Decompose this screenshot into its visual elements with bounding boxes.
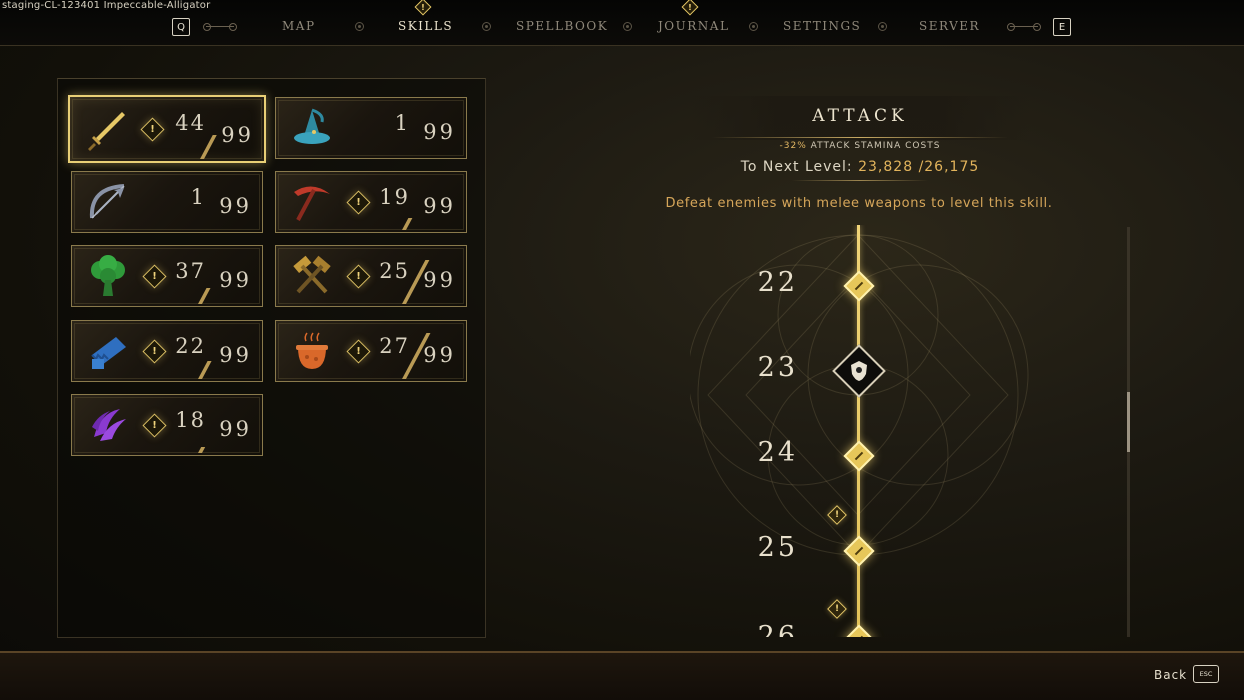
skill-title: ATTACK: [812, 106, 908, 126]
skill-current-level: 1: [190, 185, 206, 209]
pickaxe-icon: [290, 180, 334, 224]
level-divider: [198, 361, 212, 379]
build-version-tag: staging-CL-123401 Impeccable-Alligator: [2, 0, 211, 11]
nav-separator-dot: [878, 22, 887, 31]
tree-level-label: 22: [757, 267, 798, 298]
level-divider: [198, 447, 206, 453]
level-divider: [198, 288, 211, 304]
skill-max-level: 99: [221, 123, 254, 147]
tree-level-label: 25: [757, 532, 798, 563]
claw-icon: [86, 403, 130, 447]
skill-max-level: 99: [219, 417, 252, 441]
skill-card-ranged[interactable]: 1 99: [71, 171, 263, 233]
skill-level-tree[interactable]: 22 23 24 ! 25 ! 26: [690, 225, 1030, 637]
tree-icon: [86, 254, 130, 298]
skill-max-level: 99: [423, 120, 456, 144]
skill-card-woodcutting[interactable]: ! 37 99: [71, 245, 263, 307]
skill-current-level: 19: [379, 185, 410, 209]
skill-card-cooking[interactable]: ! 27 99: [275, 320, 467, 382]
skill-current-level: 1: [394, 111, 410, 135]
bonus-value: -32%: [779, 141, 807, 151]
skill-card-magic[interactable]: 1 99: [275, 97, 467, 159]
bottom-bar: [0, 651, 1244, 700]
level-divider: [402, 218, 413, 230]
tab-map[interactable]: MAP: [282, 19, 314, 33]
next-level-total: /26,175: [918, 159, 980, 175]
skill-current-level: 44: [175, 111, 206, 135]
skill-card-nature[interactable]: ! 18 99: [71, 394, 263, 456]
tab-journal[interactable]: JOURNAL: [658, 19, 728, 33]
hammer-icon: [290, 254, 334, 298]
nav-separator-dot: [623, 22, 632, 31]
skill-bonus: -32% ATTACK STAMINA COSTS: [690, 141, 1030, 151]
level-divider: [200, 135, 217, 159]
cauldron-icon: [290, 329, 334, 373]
back-button-label[interactable]: Back: [1154, 668, 1187, 682]
scrollbar-thumb[interactable]: [1127, 392, 1130, 452]
tree-level-label: 23: [757, 352, 798, 383]
next-level-label: To Next Level:: [740, 159, 853, 175]
bow-icon: [86, 180, 130, 224]
skill-max-level: 99: [423, 194, 456, 218]
skill-card-attack[interactable]: ! 44 99: [68, 95, 266, 163]
skill-current-level: 18: [175, 408, 206, 432]
tab-server[interactable]: SERVER: [919, 19, 979, 33]
skill-max-level: 99: [423, 268, 456, 292]
skill-alert-icon: !: [346, 190, 371, 215]
skill-max-level: 99: [219, 194, 252, 218]
skill-card-smithing[interactable]: ! 25 99: [275, 245, 467, 307]
skill-alert-icon: !: [140, 117, 165, 142]
nav-separator-dot: [355, 22, 364, 31]
saw-icon: [86, 329, 130, 373]
skill-card-crafting[interactable]: ! 22 99: [71, 320, 263, 382]
skill-max-level: 99: [219, 343, 252, 367]
skill-card-mining[interactable]: ! 19 99: [275, 171, 467, 233]
tab-settings[interactable]: SETTINGS: [783, 19, 860, 33]
next-level-current: 23,828: [858, 159, 914, 175]
progress-divider: [792, 180, 928, 181]
esc-key-hint[interactable]: ESC: [1193, 665, 1219, 683]
sword-icon: [84, 108, 128, 152]
skill-current-level: 37: [175, 259, 206, 283]
skill-max-level: 99: [219, 268, 252, 292]
skill-current-level: 27: [379, 334, 410, 358]
skill-max-level: 99: [423, 343, 456, 367]
nav-prev-key-hint[interactable]: Q: [172, 18, 190, 36]
skill-current-level: 22: [175, 334, 206, 358]
nav-next-key-hint[interactable]: E: [1053, 18, 1071, 36]
tree-level-label: 24: [757, 437, 798, 468]
skills-panel: ! 44 99 1 99 1 99 ! 19 99 ! 37 99 ! 25 9…: [57, 78, 486, 638]
nav-left-ornament: [203, 23, 237, 31]
skill-alert-icon: !: [346, 264, 371, 289]
nav-separator-dot: [749, 22, 758, 31]
tree-scrollbar[interactable]: [1127, 227, 1130, 637]
tree-level-label: 26: [757, 621, 798, 637]
nav-right-ornament: [1007, 23, 1041, 31]
skill-alert-icon: !: [142, 264, 167, 289]
skill-alert-icon: !: [346, 339, 371, 364]
next-level-progress: To Next Level: 23,828 /26,175: [690, 159, 1030, 175]
skill-alert-icon: !: [142, 413, 167, 438]
wizard-hat-icon: [290, 106, 334, 150]
skill-objective: Defeat enemies with melee weapons to lev…: [665, 196, 1053, 211]
title-divider: [712, 137, 1008, 138]
tab-spellbook[interactable]: SPELLBOOK: [516, 19, 607, 33]
tab-skills[interactable]: SKILLS: [398, 19, 452, 33]
skill-alert-icon: !: [142, 339, 167, 364]
bonus-text: ATTACK STAMINA COSTS: [810, 141, 941, 151]
skill-current-level: 25: [379, 259, 410, 283]
nav-separator-dot: [482, 22, 491, 31]
